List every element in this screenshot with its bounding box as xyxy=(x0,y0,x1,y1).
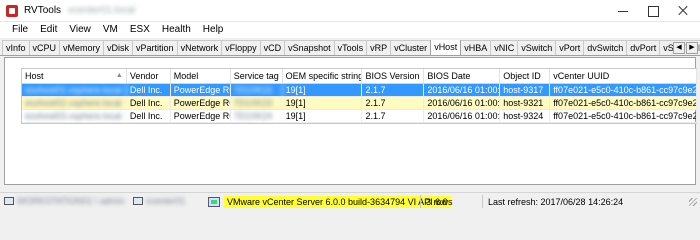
tab-vsnapshot[interactable]: vSnapshot xyxy=(284,40,335,55)
cell-bios-version: 2.1.7 xyxy=(362,110,425,122)
cell-bios-date: 2016/06/16 01:00:00 xyxy=(424,97,501,109)
column-header-vendor[interactable]: Vendor xyxy=(127,69,171,83)
cell-service-tag: 7D1XK23 xyxy=(231,97,283,109)
tab-vtools[interactable]: vTools xyxy=(333,40,368,55)
cell-bios-date: 2016/06/16 01:00:00 xyxy=(424,110,501,122)
minimize-button[interactable] xyxy=(608,0,638,22)
menu-bar: File Edit View VM ESX Health Help xyxy=(0,22,700,38)
resize-grip-icon[interactable] xyxy=(689,198,697,206)
status-separator xyxy=(420,195,421,208)
last-refresh: Last refresh: 2017/06/28 14:26:24 xyxy=(488,197,624,207)
table-row[interactable]: esxhost01.vsphere.local Dell Inc. PowerE… xyxy=(22,84,697,97)
row-count: 3 rows xyxy=(426,197,453,207)
tab-scroll-buttons: ◀ ▶ xyxy=(673,42,698,54)
cell-oem-string: 19[1] xyxy=(283,84,363,96)
cell-object-id: host-9321 xyxy=(500,97,551,109)
menu-esx[interactable]: ESX xyxy=(124,22,156,38)
cell-host: esxhost02.vsphere.local xyxy=(22,97,127,109)
vcenter-status-icon xyxy=(208,197,220,207)
menu-file[interactable]: File xyxy=(6,22,34,38)
maximize-button[interactable] xyxy=(638,0,668,22)
cell-bios-version: 2.1.7 xyxy=(362,97,425,109)
tab-scroll-left-icon[interactable]: ◀ xyxy=(673,42,685,54)
computer-icon xyxy=(4,197,14,205)
vhost-panel: Host ▲ Vendor Model Service tag OEM speci… xyxy=(4,57,697,185)
title-bar: RVTools vcenter01.local xyxy=(0,0,700,22)
cell-object-id: host-9317 xyxy=(500,84,551,96)
menu-view[interactable]: View xyxy=(63,22,97,38)
cell-bios-version: 2.1.7 xyxy=(362,84,425,96)
status-machine: WORKSTATION01 \ admin vcenter01 xyxy=(4,196,193,206)
status-user: WORKSTATION01 \ admin xyxy=(17,196,125,206)
status-bar: WORKSTATION01 \ admin vcenter01 VMware v… xyxy=(0,192,700,210)
vcenter-version: VMware vCenter Server 6.0.0 build-363479… xyxy=(224,196,451,208)
cell-vcenter-uuid: ff07e021-e5c0-410c-b861-cc97c9e294 xyxy=(550,97,697,109)
table-row[interactable]: esxhost02.vsphere.local Dell Inc. PowerE… xyxy=(22,97,697,110)
column-header-vcenter-uuid[interactable]: vCenter UUID xyxy=(550,69,697,83)
tab-vhba[interactable]: vHBA xyxy=(460,40,492,55)
tab-vrp[interactable]: vRP xyxy=(366,40,392,55)
column-header-model[interactable]: Model xyxy=(171,69,231,83)
cell-oem-string: 19[1] xyxy=(283,110,363,122)
column-header-bios-date[interactable]: BIOS Date xyxy=(424,69,501,83)
cell-object-id: host-9324 xyxy=(500,110,551,122)
table-row[interactable]: esxhost03.vsphere.local Dell Inc. PowerE… xyxy=(22,110,697,123)
tab-vswitch[interactable]: vSwitch xyxy=(517,40,557,55)
cell-service-tag: 7D1XK22 xyxy=(231,84,283,96)
menu-edit[interactable]: Edit xyxy=(34,22,63,38)
cell-host: esxhost03.vsphere.local xyxy=(22,110,127,122)
server-icon xyxy=(132,197,143,205)
status-server: vcenter01 xyxy=(145,196,186,206)
cell-vendor: Dell Inc. xyxy=(127,84,171,96)
cell-vendor: Dell Inc. xyxy=(127,97,171,109)
column-header-oem-string[interactable]: OEM specific string xyxy=(283,69,363,83)
tab-vcluster[interactable]: vCluster xyxy=(390,40,432,55)
close-button[interactable] xyxy=(668,0,698,22)
tab-vfloppy[interactable]: vFloppy xyxy=(221,40,261,55)
cell-oem-string: 19[1] xyxy=(283,97,363,109)
tab-scroll-right-icon[interactable]: ▶ xyxy=(686,42,698,54)
column-header-service-tag[interactable]: Service tag xyxy=(231,69,283,83)
cell-model: PowerEdge R630 xyxy=(171,97,231,109)
tab-vnic[interactable]: vNIC xyxy=(490,40,519,55)
tab-vmemory[interactable]: vMemory xyxy=(59,40,105,55)
menu-vm[interactable]: VM xyxy=(97,22,124,38)
tab-vhost[interactable]: vHost xyxy=(430,40,462,55)
window-title-host: vcenter01.local xyxy=(67,5,136,16)
cell-model: PowerEdge R630 xyxy=(171,84,231,96)
grid-header: Host ▲ Vendor Model Service tag OEM speci… xyxy=(22,69,697,84)
tab-vport[interactable]: vPort xyxy=(555,40,585,55)
cell-vcenter-uuid: ff07e021-e5c0-410c-b861-cc97c9e294 xyxy=(550,110,697,122)
column-header-object-id[interactable]: Object ID xyxy=(500,69,551,83)
tab-vdisk[interactable]: vDisk xyxy=(103,40,134,55)
status-separator xyxy=(482,195,483,208)
cell-service-tag: 7D1XK24 xyxy=(231,110,283,122)
menu-health[interactable]: Health xyxy=(156,22,197,38)
column-header-bios-version[interactable]: BIOS Version xyxy=(362,69,425,83)
vhost-grid: Host ▲ Vendor Model Service tag OEM speci… xyxy=(21,68,697,124)
cell-host: esxhost01.vsphere.local xyxy=(22,84,127,96)
tab-vcpu[interactable]: vCPU xyxy=(28,40,61,55)
tab-vcd[interactable]: vCD xyxy=(259,40,286,55)
tab-dvport[interactable]: dvPort xyxy=(626,40,661,55)
window-title-app: RVTools xyxy=(24,5,62,16)
column-label-host: Host xyxy=(25,71,44,81)
rvtools-app-icon xyxy=(6,5,18,17)
sort-ascending-icon: ▲ xyxy=(115,72,123,79)
cell-vcenter-uuid: ff07e021-e5c0-410c-b861-cc97c9e294 xyxy=(550,84,697,96)
tab-vnetwork[interactable]: vNetwork xyxy=(176,40,223,55)
menu-help[interactable]: Help xyxy=(197,22,230,38)
cell-vendor: Dell Inc. xyxy=(127,110,171,122)
cell-bios-date: 2016/06/16 01:00:00 xyxy=(424,84,501,96)
window-title: RVTools vcenter01.local xyxy=(24,5,135,16)
tab-vinfo[interactable]: vInfo xyxy=(2,40,30,55)
column-header-host[interactable]: Host ▲ xyxy=(22,69,127,83)
tab-dvswitch[interactable]: dvSwitch xyxy=(583,40,628,55)
cell-model: PowerEdge R630 xyxy=(171,110,231,122)
tab-strip: vInfo vCPU vMemory vDisk vPartition vNet… xyxy=(0,40,700,56)
tab-vpartition[interactable]: vPartition xyxy=(132,40,178,55)
